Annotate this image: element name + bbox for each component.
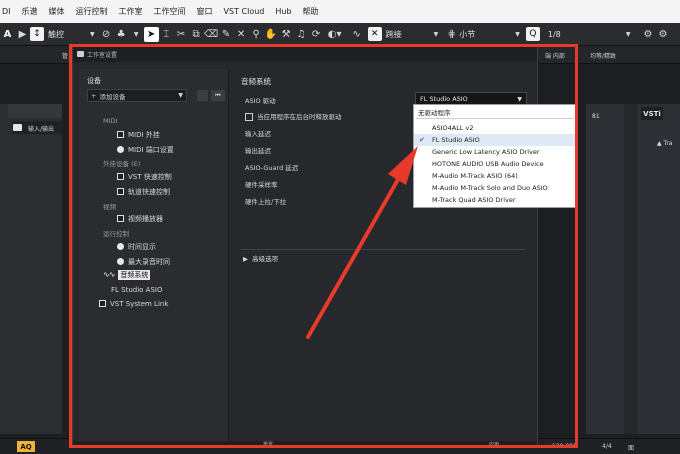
annotation-arrow-icon — [306, 146, 418, 339]
cubase-window: DI 乐谱 媒体 运行控制 工作室 工作空间 窗口 VST Cloud Hub … — [0, 0, 680, 454]
